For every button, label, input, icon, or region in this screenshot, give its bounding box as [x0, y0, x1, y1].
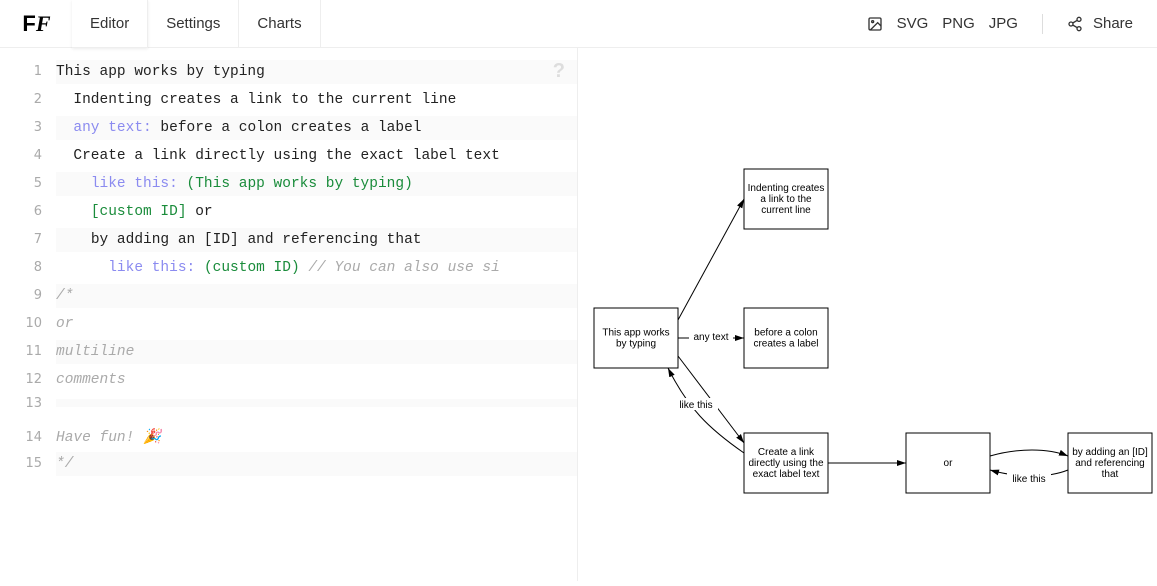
header: FF EditorSettingsCharts SVG PNG JPG Shar…	[0, 0, 1157, 48]
code-line[interactable]: 4 Create a link directly using the exact…	[0, 144, 577, 172]
share-label: Share	[1093, 15, 1133, 32]
node-text: that	[1102, 469, 1119, 480]
node-text: This app works	[602, 328, 669, 339]
code-line[interactable]: 9/*	[0, 284, 577, 312]
line-number: 1	[0, 64, 56, 79]
line-number: 15	[0, 456, 56, 471]
code-line[interactable]: 8 like this: (custom ID) // You can also…	[0, 256, 577, 284]
node-text: current line	[761, 205, 811, 216]
line-content[interactable]: or	[56, 312, 577, 336]
logo[interactable]: FF	[0, 11, 72, 37]
line-number: 6	[0, 204, 56, 219]
image-icon	[867, 16, 883, 32]
line-content[interactable]: This app works by typing	[56, 60, 577, 84]
line-content[interactable]: any text: before a colon creates a label	[56, 116, 577, 140]
node-text: and referencing	[1075, 458, 1145, 469]
edge-label: like this	[679, 400, 712, 411]
line-content[interactable]: */	[56, 452, 577, 476]
edge-label: like this	[1012, 474, 1045, 485]
line-number: 5	[0, 176, 56, 191]
code-line[interactable]: 3 any text: before a colon creates a lab…	[0, 116, 577, 144]
code-line[interactable]: 5 like this: (This app works by typing)	[0, 172, 577, 200]
node-text: Create a link	[758, 447, 815, 458]
node-text: before a colon	[754, 328, 817, 339]
line-content[interactable]: Have fun! 🎉	[56, 424, 577, 450]
line-content[interactable]: /*	[56, 284, 577, 308]
code-line[interactable]: 2 Indenting creates a link to the curren…	[0, 88, 577, 116]
line-content[interactable]: by adding an [ID] and referencing that	[56, 228, 577, 252]
tab-settings[interactable]: Settings	[148, 0, 239, 48]
diagram-canvas[interactable]: any text like this like this This app works…	[578, 48, 1157, 581]
code-lines[interactable]: 1This app works by typing2 Indenting cre…	[0, 48, 577, 480]
line-number: 10	[0, 316, 56, 331]
line-number: 7	[0, 232, 56, 247]
line-number: 3	[0, 120, 56, 135]
node-text: Indenting creates	[748, 183, 825, 194]
line-number: 11	[0, 344, 56, 359]
logo-f2: F	[36, 11, 50, 37]
code-line[interactable]: 12comments	[0, 368, 577, 396]
header-actions: SVG PNG JPG Share	[867, 14, 1157, 34]
line-content[interactable]: like this: (custom ID) // You can also u…	[56, 256, 577, 280]
code-line[interactable]: 15*/	[0, 452, 577, 480]
node-text: directly using the	[748, 458, 823, 469]
edge-label: any text	[693, 332, 728, 343]
help-badge[interactable]: ?	[553, 60, 565, 83]
node-text: or	[944, 458, 954, 469]
node-text: exact label text	[753, 469, 820, 480]
tab-editor[interactable]: Editor	[72, 0, 148, 48]
line-number: 14	[0, 430, 56, 445]
line-number: 8	[0, 260, 56, 275]
share-button[interactable]: Share	[1067, 15, 1133, 32]
tab-charts[interactable]: Charts	[239, 0, 320, 48]
main: ? 1This app works by typing2 Indenting c…	[0, 48, 1157, 581]
editor-pane[interactable]: ? 1This app works by typing2 Indenting c…	[0, 48, 578, 581]
line-content[interactable]: Indenting creates a link to the current …	[56, 88, 577, 112]
code-line[interactable]: 14Have fun! 🎉	[0, 424, 577, 452]
diagram-pane[interactable]: any text like this like this This app works…	[578, 48, 1157, 581]
logo-f1: F	[22, 11, 34, 37]
line-content[interactable]: multiline	[56, 340, 577, 364]
edge[interactable]	[990, 450, 1068, 456]
export-svg[interactable]: SVG	[897, 15, 929, 32]
export-png[interactable]: PNG	[942, 15, 975, 32]
line-content[interactable]: [custom ID] or	[56, 200, 577, 224]
node-text: a link to the	[760, 194, 812, 205]
line-number: 13	[0, 396, 56, 411]
node-text: by adding an [ID]	[1072, 447, 1148, 458]
edge[interactable]	[678, 199, 744, 320]
code-line[interactable]: 7 by adding an [ID] and referencing that	[0, 228, 577, 256]
code-line[interactable]: 11multiline	[0, 340, 577, 368]
line-content[interactable]: Create a link directly using the exact l…	[56, 144, 577, 168]
line-number: 9	[0, 288, 56, 303]
line-content[interactable]: comments	[56, 368, 577, 392]
code-line[interactable]: 13	[0, 396, 577, 424]
line-content[interactable]: like this: (This app works by typing)	[56, 172, 577, 196]
export-group: SVG PNG JPG	[867, 15, 1018, 32]
node-text: creates a label	[753, 339, 818, 350]
node-text: by typing	[616, 339, 656, 350]
share-icon	[1067, 16, 1083, 32]
code-line[interactable]: 1This app works by typing	[0, 60, 577, 88]
code-line[interactable]: 10or	[0, 312, 577, 340]
line-number: 4	[0, 148, 56, 163]
line-number: 12	[0, 372, 56, 387]
line-content[interactable]	[56, 399, 577, 407]
line-number: 2	[0, 92, 56, 107]
tabs: EditorSettingsCharts	[72, 0, 321, 48]
divider	[1042, 14, 1043, 34]
code-line[interactable]: 6 [custom ID] or	[0, 200, 577, 228]
export-jpg[interactable]: JPG	[989, 15, 1018, 32]
